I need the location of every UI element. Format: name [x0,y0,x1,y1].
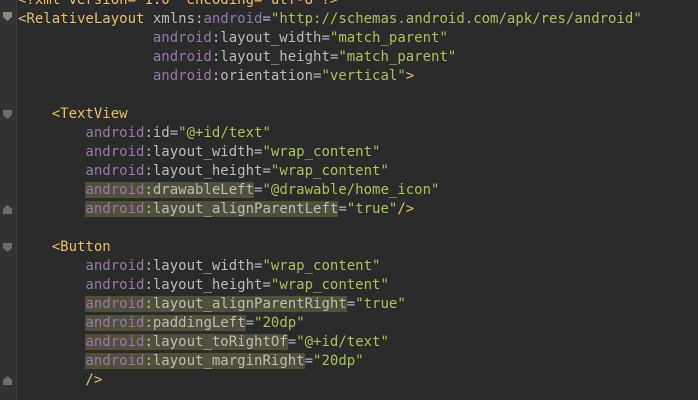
code-token: android [85,315,145,331]
code-line[interactable]: android:layout_width="wrap_content" [18,257,380,276]
code-token: = [262,277,271,293]
code-token: android [18,68,212,84]
code-token: /> [18,372,103,388]
code-line[interactable]: android:layout_height="wrap_content" [18,276,389,295]
code-line[interactable]: android:paddingLeft="20dp" [18,314,305,333]
code-token: = [262,163,271,179]
code-token: = [304,353,314,369]
code-line[interactable]: android:layout_toRightOf="@+id/text" [18,333,389,352]
code-token: xmlns: [144,11,204,27]
code-token: android [85,201,145,217]
code-token: <RelativeLayout [18,11,145,27]
code-token: :layout_height [211,49,330,65]
code-token: "20dp" [254,315,305,331]
code-line[interactable]: android:drawableLeft="@drawable/home_ico… [18,181,439,200]
code-line[interactable]: android:layout_width="match_parent" [18,29,448,48]
code-token: android [18,258,145,274]
code-token: "http://schemas.android.com/apk/res/andr… [270,11,642,27]
code-line[interactable]: android:orientation="vertical"> [18,67,414,86]
code-line[interactable]: <?xml version="1.0" encoding="utf-8"?> [18,0,338,10]
code-line[interactable]: android:layout_height="wrap_content" [18,162,389,181]
code-line[interactable]: <Button [18,238,111,257]
code-token: = [262,11,271,27]
code-token: > [405,68,415,84]
code-token: "match_parent" [338,49,457,65]
code-line[interactable]: android:layout_alignParentRight="true" [18,295,406,314]
code-token: = [338,201,347,217]
code-token: <Button [18,239,111,255]
code-token: "@+id/text" [178,125,271,141]
code-token: "vertical" [321,68,406,84]
code-token: android [18,277,145,293]
code-token: :orientation [211,68,314,84]
code-line[interactable]: <TextView [18,105,128,124]
code-line[interactable]: <RelativeLayout xmlns:android="http://sc… [18,10,642,29]
code-token: android [85,182,145,198]
code-token: :paddingLeft [144,315,246,331]
code-token: "20dp" [313,353,364,369]
gutter-separator [16,0,17,400]
code-token: <TextView [18,106,128,122]
code-token: android [85,353,145,369]
code-token: "true" [346,201,398,217]
code-token: = [287,334,297,350]
code-token: /> [397,201,415,217]
code-line[interactable]: android:layout_width="wrap_content" [18,143,380,162]
code-token: "@drawable/home_icon" [262,182,440,198]
code-token: :layout_height [144,277,263,293]
code-token: android [85,296,145,312]
code-line[interactable]: android:id="@+id/text" [18,124,271,143]
code-token: :layout_alignParentLeft [144,201,339,217]
code-token: "wrap_content" [262,144,381,160]
code-token: :layout_toRightOf [144,334,288,350]
code-token: "wrap_content" [270,277,389,293]
code-token: :layout_height [144,163,263,179]
code-token: :layout_marginRight [144,353,305,369]
code-token: <?xml version="1.0" encoding="utf-8"?> [18,0,339,8]
code-token: android [203,11,263,27]
code-token: android [18,163,145,179]
code-token: android [85,334,145,350]
code-token: android [18,125,145,141]
code-token: "true" [355,296,406,312]
code-token: "wrap_content" [262,258,381,274]
code-token: :layout_width [144,258,255,274]
code-token: :layout_alignParentRight [144,296,347,312]
code-token: android [18,30,212,46]
code-token: = [169,125,179,141]
code-line[interactable]: android:layout_alignParentLeft="true"/> [18,200,414,219]
code-token: = [245,315,255,331]
code-line[interactable]: android:layout_height="match_parent" [18,48,456,67]
code-line[interactable]: /> [18,371,102,390]
code-token: "@+id/text" [296,334,389,350]
code-token: = [321,30,330,46]
code-token: :layout_width [211,30,322,46]
code-token: android [18,49,212,65]
code-token: = [346,296,356,312]
code-token: android [18,144,145,160]
code-line[interactable]: android:layout_marginRight="20dp" [18,352,364,371]
code-token: :drawableLeft [144,182,255,198]
code-token: "wrap_content" [270,163,389,179]
code-token: "match_parent" [329,30,448,46]
code-token: :id [144,125,170,141]
editor-gutter[interactable] [0,0,16,400]
code-token: :layout_width [144,144,255,160]
